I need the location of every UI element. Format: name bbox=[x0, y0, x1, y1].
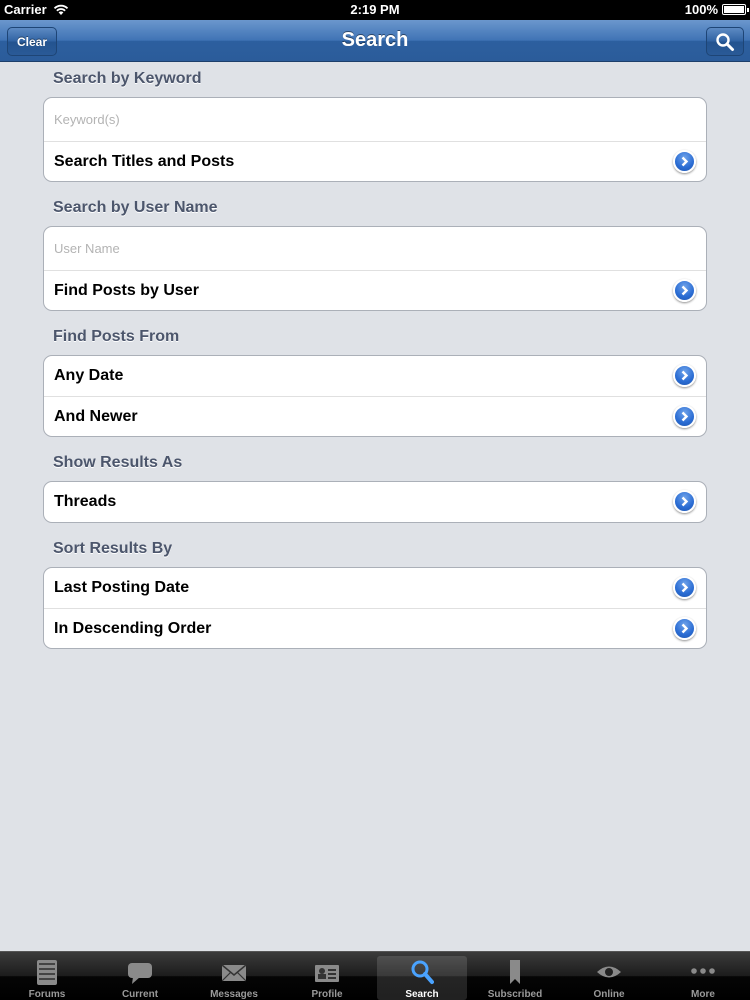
date-group: Any Date And Newer bbox=[43, 355, 707, 437]
battery-percent: 100% bbox=[684, 2, 718, 17]
section-header-results: Show Results As bbox=[53, 454, 183, 471]
tab-search[interactable]: Search bbox=[377, 956, 467, 1000]
search-button[interactable] bbox=[706, 27, 744, 56]
section-header-sort: Sort Results By bbox=[53, 540, 173, 557]
descending-order-row[interactable]: In Descending Order bbox=[44, 608, 706, 648]
tab-label: Messages bbox=[210, 989, 258, 1000]
disclosure-arrow-icon[interactable] bbox=[673, 405, 696, 428]
and-newer-row[interactable]: And Newer bbox=[44, 396, 706, 436]
tab-label: More bbox=[691, 989, 715, 1000]
tab-label: Forums bbox=[28, 989, 66, 1000]
username-input[interactable] bbox=[44, 227, 706, 270]
disclosure-arrow-icon[interactable] bbox=[673, 364, 696, 387]
battery-indicator: 100% bbox=[684, 2, 749, 17]
results-group: Threads bbox=[43, 481, 707, 523]
search-icon bbox=[716, 32, 734, 51]
disclosure-arrow-icon[interactable] bbox=[673, 490, 696, 513]
keyword-input-row bbox=[44, 98, 706, 141]
disclosure-arrow-icon[interactable] bbox=[673, 576, 696, 599]
tab-messages[interactable]: Messages bbox=[189, 956, 279, 1000]
threads-label: Threads bbox=[54, 493, 117, 510]
speech-bubble-icon bbox=[128, 963, 152, 984]
page-title: Search bbox=[341, 29, 409, 51]
sort-group: Last Posting Date In Descending Order bbox=[43, 567, 707, 649]
find-posts-by-user-row[interactable]: Find Posts by User bbox=[44, 270, 706, 310]
section-header-date: Find Posts From bbox=[53, 328, 180, 345]
disclosure-arrow-icon[interactable] bbox=[673, 617, 696, 640]
envelope-icon bbox=[222, 964, 246, 982]
and-newer-label: And Newer bbox=[54, 407, 138, 425]
disclosure-arrow-icon[interactable] bbox=[673, 279, 696, 302]
last-posting-date-label: Last Posting Date bbox=[54, 579, 190, 596]
tab-subscribed[interactable]: Subscribed bbox=[470, 956, 560, 1000]
more-dots-icon bbox=[691, 968, 715, 974]
search-icon bbox=[411, 960, 434, 984]
tab-label: Subscribed bbox=[487, 989, 543, 1000]
tab-online[interactable]: Online bbox=[564, 956, 654, 1000]
status-bar: Carrier 2:19 PM 100% bbox=[0, 0, 750, 20]
tab-label: Online bbox=[593, 989, 625, 1000]
tab-label: Profile bbox=[311, 989, 343, 1000]
tab-forums[interactable]: Forums bbox=[2, 956, 92, 1000]
tab-label: Current bbox=[121, 989, 159, 1000]
search-titles-posts-row[interactable]: Search Titles and Posts bbox=[44, 141, 706, 181]
any-date-label: Any Date bbox=[54, 367, 124, 384]
section-header-keyword: Search by Keyword bbox=[53, 70, 202, 87]
battery-icon bbox=[722, 4, 749, 15]
disclosure-arrow-icon[interactable] bbox=[673, 150, 696, 173]
threads-row[interactable]: Threads bbox=[44, 482, 706, 522]
username-group: Find Posts by User bbox=[43, 226, 707, 311]
any-date-row[interactable]: Any Date bbox=[44, 356, 706, 396]
keyword-group: Search Titles and Posts bbox=[43, 97, 707, 182]
tab-profile[interactable]: Profile bbox=[282, 956, 372, 1000]
navigation-bar: Clear Search bbox=[0, 20, 750, 62]
tab-bar: Forums Current Messages Profile Search S… bbox=[0, 951, 750, 1000]
clock: 2:19 PM bbox=[350, 2, 400, 17]
eye-icon bbox=[597, 966, 621, 978]
section-header-username: Search by User Name bbox=[53, 199, 218, 216]
tab-current[interactable]: Current bbox=[95, 956, 185, 1000]
tab-label: Search bbox=[405, 989, 439, 1000]
last-posting-date-row[interactable]: Last Posting Date bbox=[44, 568, 706, 608]
bookmark-icon bbox=[510, 960, 520, 984]
profile-card-icon bbox=[315, 965, 339, 982]
username-input-row bbox=[44, 227, 706, 270]
keyword-input[interactable] bbox=[44, 98, 706, 141]
find-posts-by-user-label: Find Posts by User bbox=[54, 281, 199, 299]
descending-order-label: In Descending Order bbox=[54, 619, 212, 637]
tab-more[interactable]: More bbox=[658, 956, 748, 1000]
forums-icon bbox=[37, 960, 57, 985]
search-titles-posts-label: Search Titles and Posts bbox=[54, 152, 235, 170]
